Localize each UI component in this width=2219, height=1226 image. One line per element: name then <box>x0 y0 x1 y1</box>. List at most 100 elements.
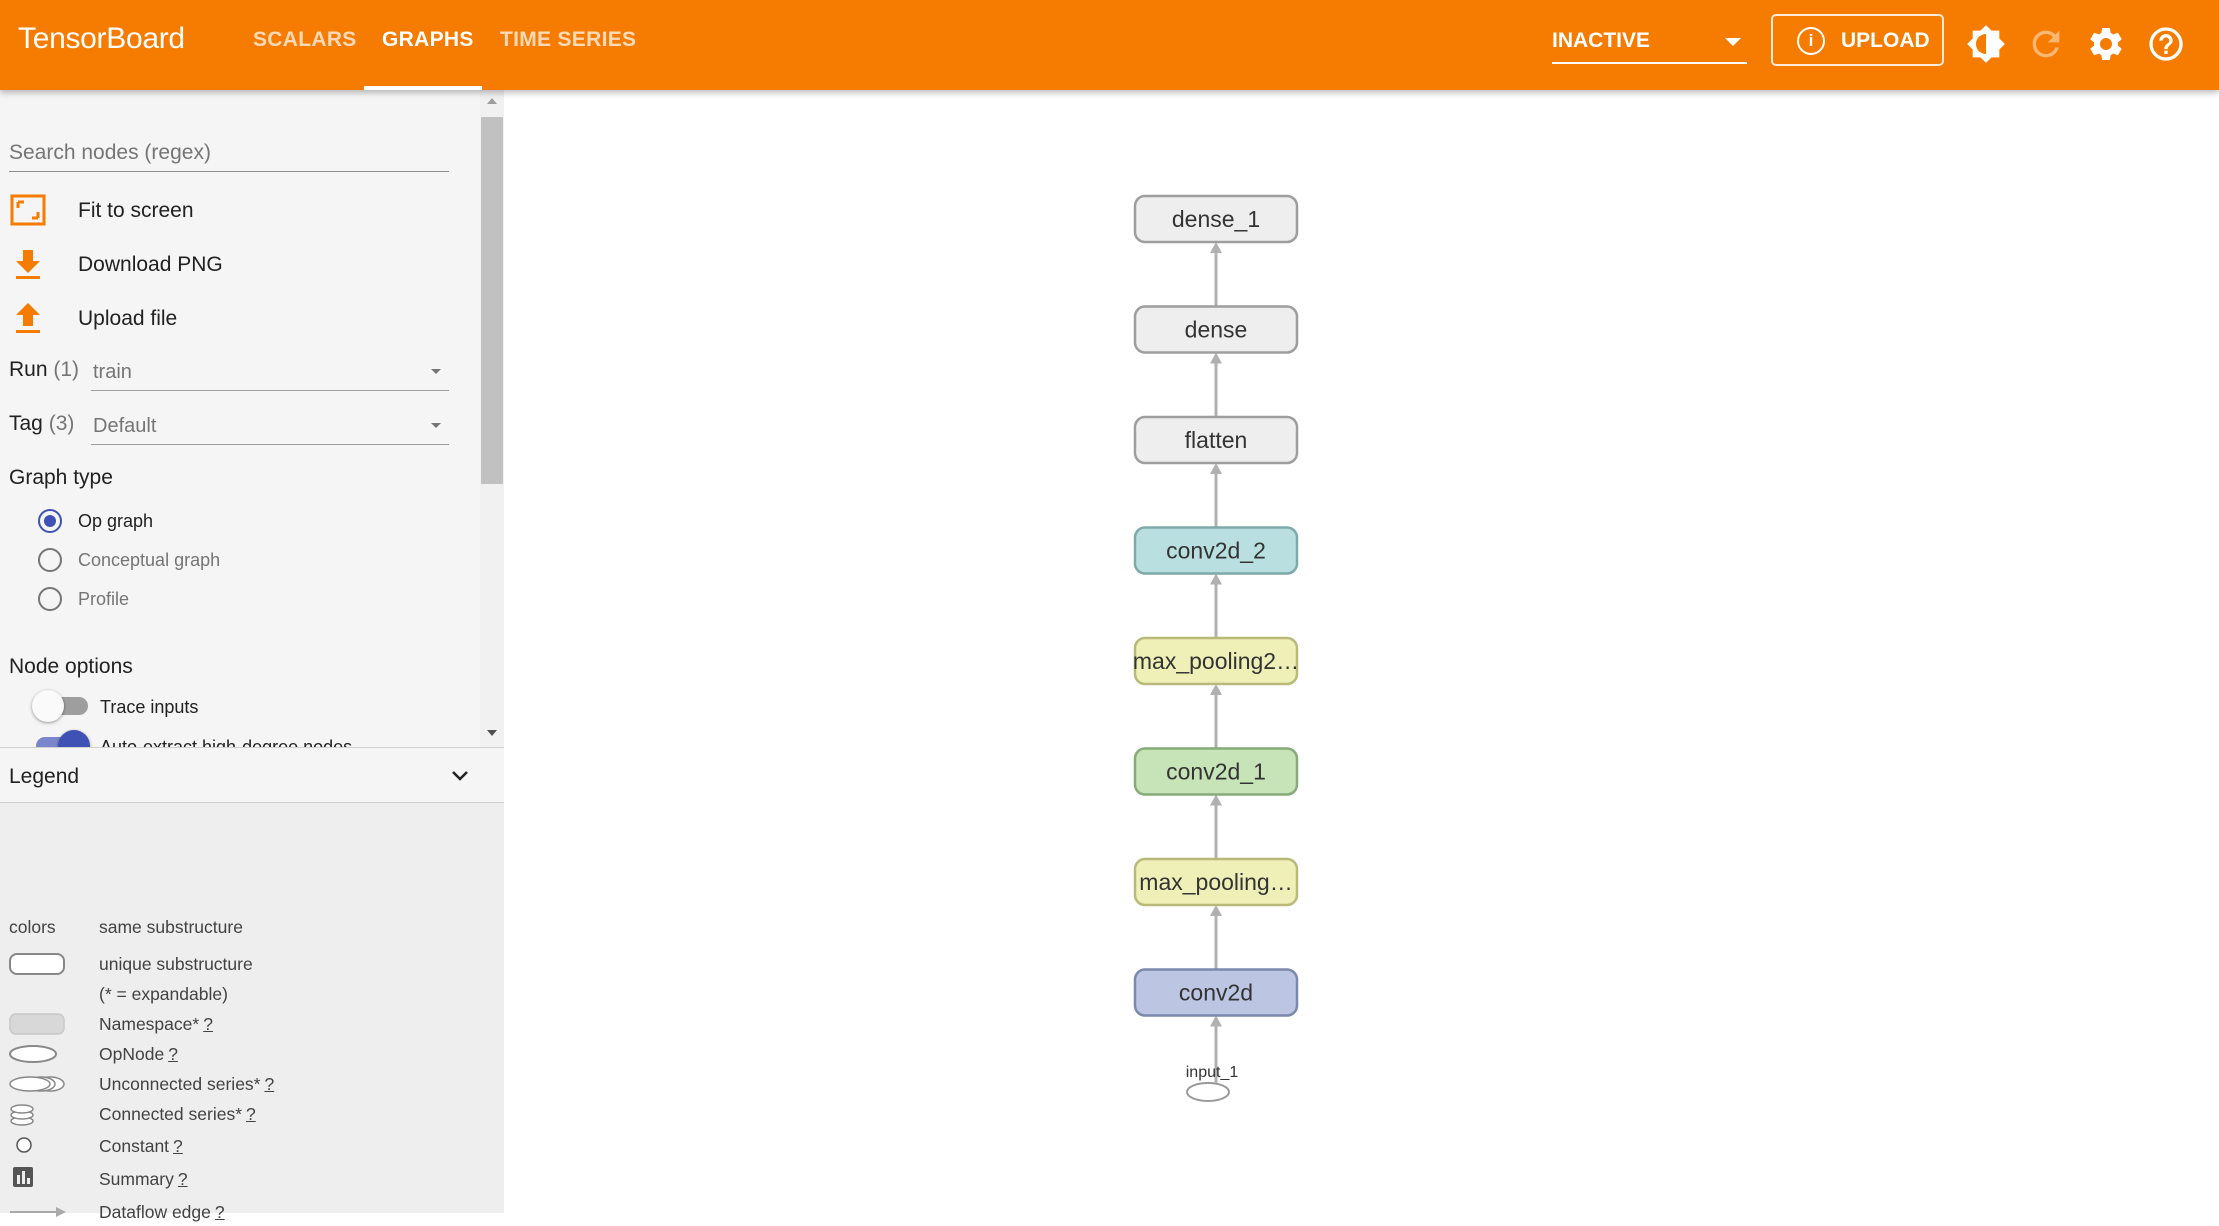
toggle-label: Auto-extract high-degree nodes <box>100 737 353 747</box>
legend-label-text: Constant <box>99 1136 170 1156</box>
download-png-button[interactable]: Download PNG <box>0 242 440 286</box>
info-icon: i <box>1797 27 1825 55</box>
radio-op-graph[interactable]: Op graph <box>38 506 338 536</box>
graph-node[interactable]: flatten <box>1133 415 1299 465</box>
graph-svg[interactable]: dense_1dense flatten conv2d_2 max_pooling2…… <box>504 90 2219 1213</box>
legend-label-text: Unconnected series* <box>99 1074 261 1094</box>
trace-inputs-toggle[interactable]: Trace inputs <box>32 689 452 723</box>
help-link[interactable]: ? <box>246 1104 256 1124</box>
opnode-icon <box>9 1045 57 1063</box>
help-link[interactable]: ? <box>264 1074 274 1094</box>
legend-toggle[interactable]: Legend <box>0 747 504 803</box>
legend-label: Connected series*? <box>99 1104 256 1125</box>
radio-label: Op graph <box>78 511 154 531</box>
dataflow-edge-arrowhead <box>1210 573 1222 585</box>
settings-icon[interactable] <box>2086 24 2126 64</box>
radio-label: Profile <box>78 589 130 609</box>
scroll-up-icon[interactable] <box>487 98 497 104</box>
search-nodes-input[interactable] <box>9 134 449 172</box>
top-app-bar: TensorBoard SCALARS GRAPHS TIME SERIES I… <box>0 0 2219 90</box>
graph-node-label: max_pooling2… <box>1133 648 1299 674</box>
chevron-down-icon <box>1725 38 1741 46</box>
node-input-label: input_1 <box>1186 1064 1239 1081</box>
auto-extract-toggle[interactable]: Auto-extract high-degree nodes <box>32 729 452 747</box>
dataflow-edge-arrowhead <box>1210 463 1222 474</box>
help-link[interactable]: ? <box>168 1044 178 1064</box>
legend-label: (* = expandable) <box>99 984 228 1004</box>
fit-to-screen-label: Fit to screen <box>78 199 194 222</box>
radio-unselected-icon <box>38 548 62 572</box>
run-dropdown[interactable]: train <box>91 351 449 391</box>
tab-scalars[interactable]: SCALARS <box>253 28 357 52</box>
fit-to-screen-button[interactable]: Fit to screen <box>0 188 440 232</box>
dataflow-edge-icon <box>10 1207 66 1217</box>
tag-dropdown[interactable]: Default <box>91 405 449 445</box>
unconnected-series-icon <box>9 1076 65 1092</box>
graph-node[interactable]: conv2d_2 <box>1133 526 1299 575</box>
tag-label: Tag (3) <box>9 412 74 436</box>
help-link[interactable]: ? <box>215 1202 225 1222</box>
legend-label-text: OpNode <box>99 1044 165 1064</box>
tab-time-series[interactable]: TIME SERIES <box>500 28 636 52</box>
graph-node[interactable]: conv2d_1 <box>1133 747 1299 796</box>
legend-row-dataflow-edge: Dataflow edge? <box>0 1198 504 1226</box>
legend-label: Unconnected series*? <box>99 1074 274 1095</box>
graph-sidebar: Fit to screen Download PNG Upload file R… <box>0 90 504 1222</box>
reload-icon[interactable] <box>2026 24 2066 64</box>
chevron-down-icon <box>431 369 441 374</box>
graph-node-label: conv2d <box>1179 980 1253 1006</box>
tab-graphs[interactable]: GRAPHS <box>382 28 474 52</box>
graph-node[interactable]: dense_1 <box>1133 194 1299 244</box>
graph-node[interactable]: conv2d <box>1133 968 1299 1017</box>
toggle-knob <box>32 690 64 722</box>
graph-type-title: Graph type <box>9 466 113 489</box>
graph-canvas[interactable]: dense_1dense flatten conv2d_2 max_pooling2…… <box>504 90 2219 1213</box>
legend-label: same substructure <box>99 917 243 937</box>
legend-label: Summary? <box>99 1169 188 1190</box>
legend-row-opnode: OpNode? <box>0 1040 504 1068</box>
run-count: (1) <box>53 358 80 381</box>
graph-node-label: conv2d_1 <box>1166 759 1266 785</box>
help-link[interactable]: ? <box>173 1136 183 1156</box>
help-link[interactable]: ? <box>178 1169 188 1189</box>
dataflow-edge-arrowhead <box>1210 1015 1222 1027</box>
radio-profile[interactable]: Profile <box>38 584 338 614</box>
sidebar-scrollbar-thumb[interactable] <box>481 117 503 484</box>
help-link[interactable]: ? <box>203 1014 213 1034</box>
scroll-down-icon[interactable] <box>487 730 497 736</box>
namespace-icon <box>9 1013 65 1035</box>
node-input[interactable] <box>1186 1082 1230 1102</box>
plugin-selector[interactable]: INACTIVE <box>1552 26 1747 64</box>
radio-conceptual-graph[interactable]: Conceptual graph <box>38 545 338 575</box>
tag-count: (3) <box>48 412 75 435</box>
run-dropdown-value: train <box>93 361 132 383</box>
chevron-down-icon <box>452 771 468 781</box>
radio-label: Conceptual graph <box>78 550 221 570</box>
upload-file-button[interactable]: Upload file <box>0 296 440 340</box>
graph-node-label: dense_1 <box>1172 206 1260 232</box>
run-label-text: Run <box>9 358 48 381</box>
dataflow-edge-arrowhead <box>1210 794 1222 806</box>
plugin-selector-value: INACTIVE <box>1552 29 1651 52</box>
legend-row-unconnected-series: Unconnected series*? <box>0 1070 504 1098</box>
upload-button[interactable]: i UPLOAD <box>1771 14 1944 66</box>
toggle-knob <box>58 730 90 747</box>
radio-selected-icon <box>38 509 62 533</box>
legend-row-summary: Summary? <box>0 1165 504 1193</box>
graph-node-label: conv2d_2 <box>1166 538 1266 564</box>
help-icon[interactable] <box>2146 24 2186 64</box>
graph-node[interactable]: max_pooling… <box>1133 857 1299 907</box>
dataflow-edge-arrowhead <box>1210 352 1222 364</box>
upload-button-label: UPLOAD <box>1841 29 1930 52</box>
node-options-title: Node options <box>9 655 133 678</box>
tag-dropdown-value: Default <box>93 415 157 437</box>
graph-node-label: max_pooling… <box>1139 869 1292 895</box>
graph-node[interactable]: dense <box>1133 305 1299 354</box>
theme-icon[interactable] <box>1966 24 2006 64</box>
active-tab-indicator <box>364 86 482 90</box>
upload-file-label: Upload file <box>78 307 178 330</box>
legend-colors-label: colors <box>9 917 56 937</box>
graph-node[interactable]: max_pooling2… <box>1133 636 1299 686</box>
connected-series-icon <box>10 1104 34 1126</box>
legend-row-unique-substructure: unique substructure <box>0 950 504 978</box>
